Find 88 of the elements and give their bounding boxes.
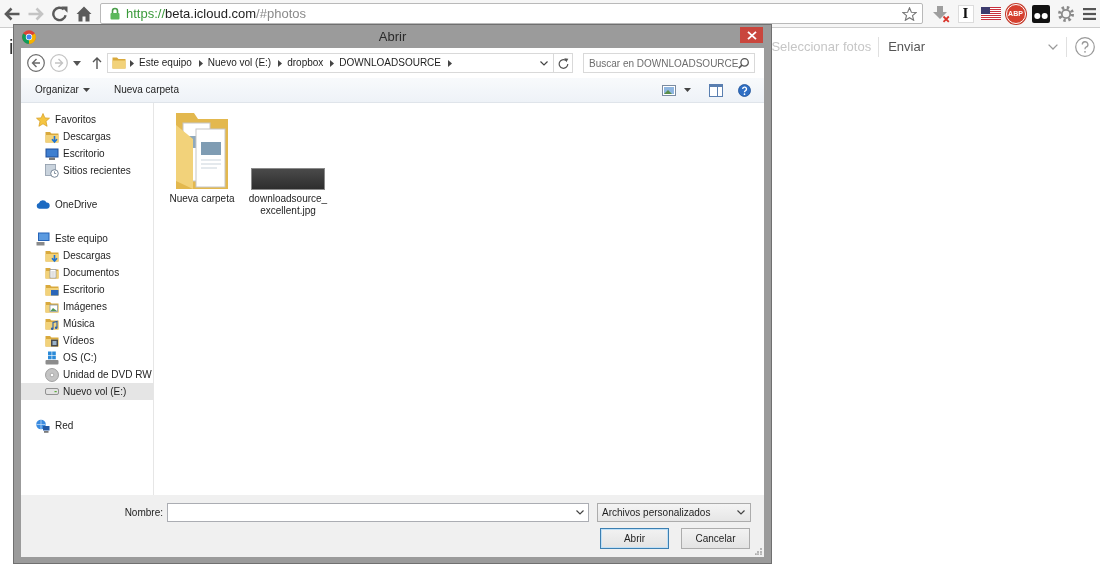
file-item[interactable]: downloadsource_excellent.jpg: [246, 109, 330, 218]
sidebar-item[interactable]: Imágenes: [21, 298, 153, 315]
video-folder-icon: [45, 333, 59, 348]
reload-icon[interactable]: [51, 5, 68, 22]
sidebar-item[interactable]: OS (C:): [21, 349, 153, 366]
flag-icon[interactable]: [980, 7, 1001, 20]
help-icon[interactable]: [1075, 37, 1095, 57]
dialog-button[interactable]: Cancelar: [681, 528, 750, 549]
menu-icon[interactable]: [1082, 7, 1096, 20]
sidebar-item[interactable]: Favoritos: [21, 111, 153, 128]
back-arrow-icon[interactable]: [3, 6, 20, 21]
folder-icon: [112, 57, 126, 69]
home-icon[interactable]: [75, 5, 92, 22]
send-button[interactable]: Enviar: [888, 37, 925, 57]
up-arrow-icon[interactable]: [92, 57, 102, 69]
sidebar-item[interactable]: Escritorio: [21, 281, 153, 298]
download-folder-icon: [45, 248, 59, 263]
folder-icon: [174, 110, 230, 190]
sidebar-item[interactable]: Descargas: [21, 128, 153, 145]
network-icon: [36, 418, 50, 433]
resize-grip-icon[interactable]: [755, 548, 762, 555]
file-name: downloadsource_excellent.jpg: [247, 193, 329, 217]
clock-folder-icon: [45, 163, 59, 178]
breadcrumb-bar[interactable]: Este equipo Nuevo vol (E:) dropbox DOWNLOADSOURCE: [107, 53, 573, 73]
breadcrumb-arrow-icon[interactable]: [448, 59, 452, 67]
url-text[interactable]: https://beta.icloud.com/#photos: [126, 7, 306, 20]
breadcrumb-segment[interactable]: DOWNLOADSOURCE: [336, 57, 444, 69]
disc-icon: [45, 367, 59, 382]
monitor-icon: [45, 146, 59, 161]
breadcrumb-arrow-icon[interactable]: [198, 59, 203, 67]
filename-field[interactable]: [167, 503, 589, 522]
file-type-select[interactable]: Archivos personalizados: [597, 503, 751, 522]
dropdown-chevron-icon[interactable]: [576, 510, 584, 515]
file-name: Nueva carpeta: [169, 193, 235, 205]
search-field[interactable]: Buscar en DOWNLOADSOURCE: [583, 53, 755, 73]
picture-folder-icon: [45, 299, 59, 314]
breadcrumb-segment[interactable]: dropbox: [284, 57, 327, 69]
computer-icon: [36, 231, 50, 246]
document-folder-icon: [45, 265, 59, 280]
toolbar-button[interactable]: Organizar: [31, 82, 94, 98]
dialog-title: Abrir: [378, 30, 407, 43]
dropdown-chevron-icon[interactable]: [540, 60, 548, 66]
sidebar-item[interactable]: Red: [21, 417, 153, 434]
refresh-icon[interactable]: [557, 57, 569, 69]
address-bar[interactable]: https://beta.icloud.com/#photos: [100, 3, 923, 24]
caret-icon[interactable]: [684, 88, 691, 92]
breadcrumb-arrow-icon[interactable]: [130, 59, 134, 67]
chevron-down-icon[interactable]: [1048, 44, 1058, 50]
filename-label: Nombre:: [124, 506, 163, 520]
sidebar-item[interactable]: OneDrive: [21, 196, 153, 213]
system-drive-icon: [45, 350, 59, 365]
dialog-button[interactable]: Abrir: [600, 528, 669, 549]
view-options-icon[interactable]: [662, 84, 676, 96]
sidebar-item[interactable]: Música: [21, 315, 153, 332]
gear-icon[interactable]: [1056, 4, 1075, 23]
breadcrumb-arrow-icon[interactable]: [278, 59, 283, 67]
star-icon[interactable]: [902, 6, 917, 21]
toolbar-button[interactable]: Nueva carpeta: [109, 82, 183, 98]
close-button[interactable]: [740, 27, 763, 43]
page-title-text: i: [9, 37, 14, 57]
cloud-icon: [36, 200, 50, 209]
dropdown-chevron-icon: [737, 510, 745, 515]
sidebar-item[interactable]: Este equipo: [21, 230, 153, 247]
sidebar-item[interactable]: Nuevo vol (E:): [21, 383, 153, 400]
sidebar-item[interactable]: Sitios recientes: [21, 162, 153, 179]
help-icon[interactable]: [738, 83, 751, 97]
tile-with-dots-icon[interactable]: [1031, 4, 1050, 23]
extension-button[interactable]: I: [957, 4, 974, 23]
breadcrumb-segment[interactable]: Este equipo: [136, 57, 195, 69]
breadcrumb-segment[interactable]: Nuevo vol (E:): [204, 57, 275, 69]
round-logo-icon: [22, 29, 36, 44]
file-item[interactable]: Nueva carpeta: [160, 109, 244, 206]
download-folder-icon: [45, 129, 59, 144]
sidebar-item[interactable]: Escritorio: [21, 145, 153, 162]
sidebar-item[interactable]: Unidad de DVD RW: [21, 366, 153, 383]
caret-icon[interactable]: [73, 60, 81, 66]
sidebar-item[interactable]: Documentos: [21, 264, 153, 281]
sidebar-item[interactable]: Vídeos: [21, 332, 153, 349]
star-icon: [36, 112, 50, 127]
drive-icon: [45, 388, 59, 395]
sidebar-item[interactable]: Descargas: [21, 247, 153, 264]
desktop-folder-icon: [45, 282, 59, 297]
close-icon: [746, 30, 757, 40]
preview-pane-icon[interactable]: [709, 83, 723, 97]
search-icon[interactable]: [738, 57, 749, 69]
download-arrow-icon[interactable]: [931, 4, 950, 23]
music-folder-icon: [45, 316, 59, 331]
breadcrumb-arrow-icon[interactable]: [330, 59, 335, 67]
